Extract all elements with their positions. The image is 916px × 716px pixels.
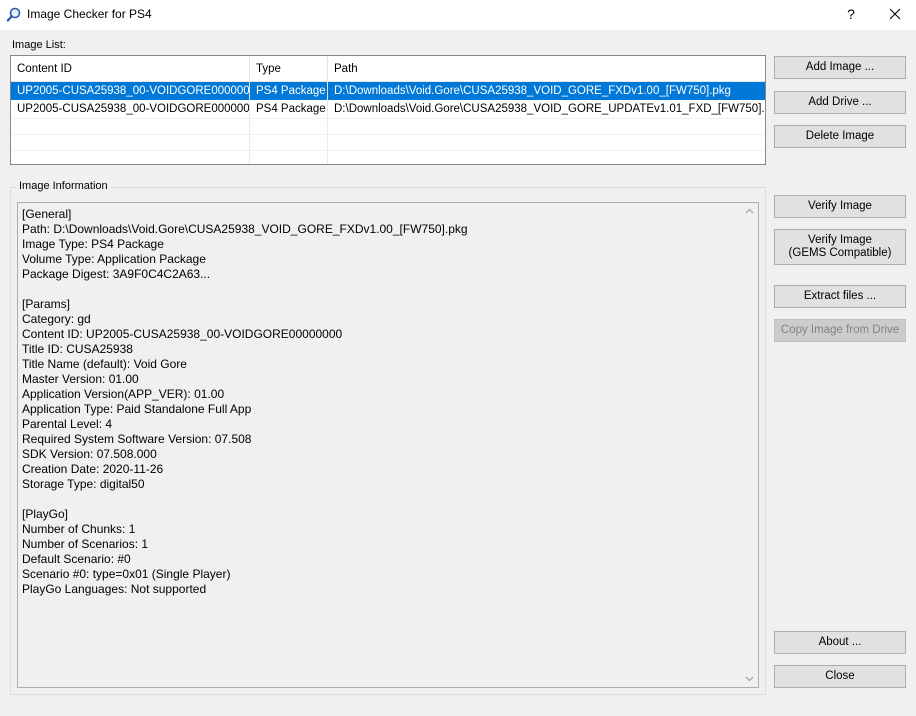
info-line: Content ID: UP2005-CUSA25938_00-VOIDGORE… bbox=[22, 327, 343, 341]
verify-gems-label-line1: Verify Image bbox=[808, 234, 872, 246]
verify-image-button[interactable]: Verify Image bbox=[774, 195, 906, 218]
info-line: Application Version(APP_VER): 01.00 bbox=[22, 387, 225, 401]
info-line: PlayGo Languages: Not supported bbox=[22, 582, 207, 596]
info-line: Creation Date: 2020-11-26 bbox=[22, 462, 164, 476]
info-line: Category: gd bbox=[22, 312, 91, 326]
add-drive-button[interactable]: Add Drive ... bbox=[774, 91, 906, 114]
verify-gems-label-line2: (GEMS Compatible) bbox=[788, 247, 892, 259]
verify-image-gems-button[interactable]: Verify Image (GEMS Compatible) bbox=[774, 229, 906, 265]
extract-files-button[interactable]: Extract files ... bbox=[774, 285, 906, 308]
delete-image-button[interactable]: Delete Image bbox=[774, 125, 906, 148]
path-cell: D:\Downloads\Void.Gore\CUSA25938_VOID_GO… bbox=[334, 103, 765, 115]
info-line: Parental Level: 4 bbox=[22, 417, 113, 431]
info-line bbox=[22, 282, 737, 297]
about-button[interactable]: About ... bbox=[774, 631, 906, 654]
title-bar: Image Checker for PS4 ? bbox=[0, 0, 916, 30]
info-line: [Params] bbox=[22, 297, 71, 311]
info-line: Default Scenario: #0 bbox=[22, 552, 131, 566]
info-line: Image Type: PS4 Package bbox=[22, 237, 164, 251]
info-line: Master Version: 01.00 bbox=[22, 372, 139, 386]
info-line: [PlayGo] bbox=[22, 507, 69, 521]
info-line: Number of Chunks: 1 bbox=[22, 522, 136, 536]
type-cell: PS4 Package bbox=[250, 82, 328, 100]
close-window-button[interactable] bbox=[880, 3, 910, 25]
info-line: Storage Type: digital50 bbox=[22, 477, 145, 491]
info-line: SDK Version: 07.508.000 bbox=[22, 447, 157, 461]
table-row[interactable]: UP2005-CUSA25938_00-VOIDGORE00000000 PS4… bbox=[11, 82, 765, 100]
info-line: Scenario #0: type=0x01 (Single Player) bbox=[22, 567, 231, 581]
column-header-path[interactable]: Path bbox=[328, 56, 765, 82]
column-header-content-id[interactable]: Content ID bbox=[11, 56, 250, 82]
image-information-textbox[interactable]: [General] Path: D:\Downloads\Void.Gore\CU… bbox=[17, 202, 759, 688]
info-line: Package Digest: 3A9F0C4C2A63... bbox=[22, 267, 211, 281]
image-information-label: Image Information bbox=[16, 180, 111, 192]
help-button[interactable]: ? bbox=[836, 3, 866, 25]
content-id-cell: UP2005-CUSA25938_00-VOIDGORE00000000 bbox=[11, 100, 250, 118]
empty-row bbox=[11, 150, 765, 164]
info-line: Title Name (default): Void Gore bbox=[22, 357, 187, 371]
magnifier-icon bbox=[6, 7, 22, 23]
close-button[interactable]: Close bbox=[774, 665, 906, 688]
scroll-up-arrow-icon[interactable] bbox=[741, 203, 758, 220]
copy-image-from-drive-button[interactable]: Copy Image from Drive bbox=[774, 319, 906, 342]
table-row[interactable]: UP2005-CUSA25938_00-VOIDGORE00000000 PS4… bbox=[11, 100, 765, 118]
path-cell: D:\Downloads\Void.Gore\CUSA25938_VOID_GO… bbox=[328, 82, 765, 100]
window-title: Image Checker for PS4 bbox=[27, 7, 152, 21]
info-line bbox=[22, 492, 737, 507]
image-list-header: Content ID Type Path bbox=[11, 56, 765, 82]
column-header-type[interactable]: Type bbox=[250, 56, 328, 82]
info-line: Number of Scenarios: 1 bbox=[22, 537, 149, 551]
info-line: Application Type: Paid Standalone Full A… bbox=[22, 402, 252, 416]
image-list[interactable]: Content ID Type Path UP2005-CUSA25938_00… bbox=[10, 55, 766, 165]
info-line: Title ID: CUSA25938 bbox=[22, 342, 133, 356]
info-line: Path: D:\Downloads\Void.Gore\CUSA25938_V… bbox=[22, 222, 468, 236]
vertical-scrollbar[interactable] bbox=[741, 203, 758, 687]
info-line: Volume Type: Application Package bbox=[22, 252, 206, 266]
add-image-button[interactable]: Add Image ... bbox=[774, 56, 906, 79]
type-cell: PS4 Package bbox=[250, 100, 328, 118]
content-id-cell: UP2005-CUSA25938_00-VOIDGORE00000000 bbox=[11, 82, 250, 100]
image-information-text: [General] Path: D:\Downloads\Void.Gore\CU… bbox=[22, 207, 737, 597]
image-list-label: Image List: bbox=[12, 39, 66, 51]
close-icon bbox=[889, 8, 901, 20]
info-line: [General] bbox=[22, 207, 72, 221]
scroll-down-arrow-icon[interactable] bbox=[741, 670, 758, 687]
info-line: Required System Software Version: 07.508 bbox=[22, 432, 252, 446]
